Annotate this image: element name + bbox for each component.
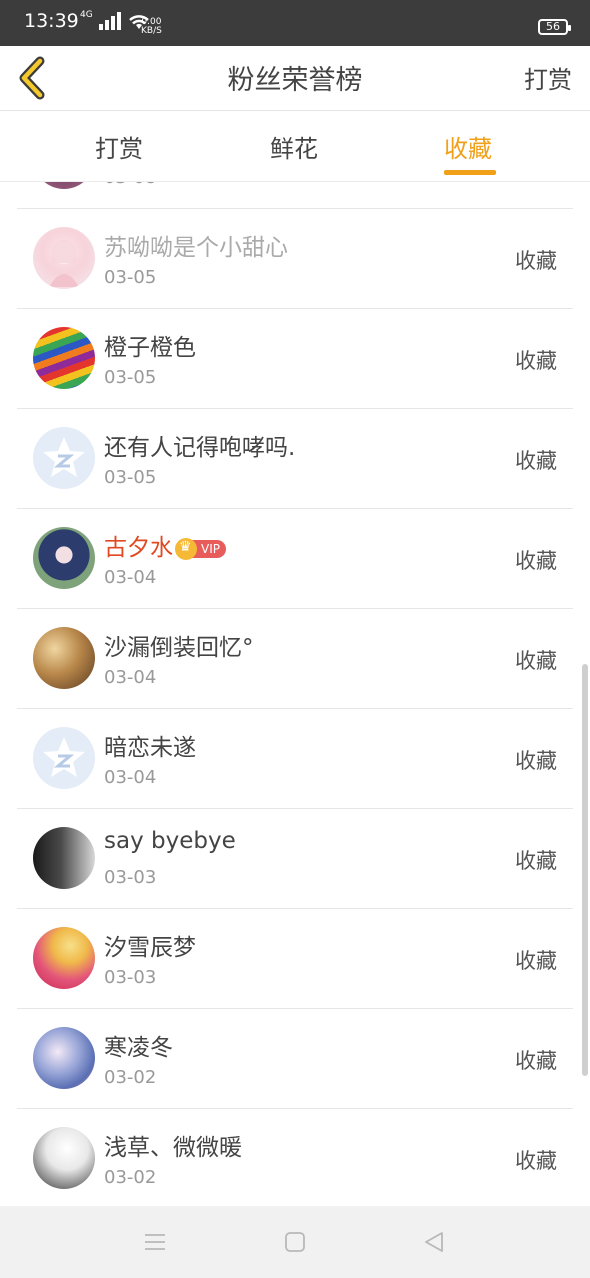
home-icon[interactable] (283, 1230, 307, 1254)
list-item[interactable]: 03-08 (17, 182, 573, 209)
item-name: 寒凌冬 (104, 1035, 173, 1061)
item-date: 03-03 (104, 967, 157, 988)
item-action: 收藏 (515, 849, 557, 873)
item-date: 03-04 (104, 667, 157, 688)
item-action: 收藏 (515, 749, 557, 773)
signal-icon (98, 12, 121, 30)
item-action: 收藏 (515, 549, 557, 573)
list-item[interactable]: 古夕水VIP 03-04 收藏 (17, 508, 573, 609)
item-action: 收藏 (515, 1149, 557, 1173)
avatar (33, 1127, 95, 1189)
avatar (33, 327, 95, 389)
vip-badge: VIP (175, 537, 226, 560)
item-name: 浅草、微微暖 (104, 1135, 242, 1161)
item-action: 收藏 (515, 1049, 557, 1073)
item-date: 03-04 (104, 567, 157, 588)
status-bar: 13:39 4G 0.00 KB/S 56 (0, 0, 590, 46)
avatar (33, 627, 95, 689)
tab-bar: 打赏 鲜花 收藏 (0, 111, 590, 182)
item-name: 橙子橙色 (104, 335, 196, 361)
avatar (33, 927, 95, 989)
list-item[interactable]: 沙漏倒装回忆° 03-04 收藏 (17, 608, 573, 709)
avatar (33, 227, 95, 289)
network-speed: 0.00 KB/S (141, 17, 162, 36)
scrollbar[interactable] (582, 664, 588, 1076)
item-name: 还有人记得咆哮吗. (104, 435, 296, 461)
avatar (33, 827, 95, 889)
status-time: 13:39 (24, 10, 79, 32)
list-item[interactable]: 暗恋未遂 03-04 收藏 (17, 708, 573, 809)
item-date: 03-02 (104, 1067, 157, 1088)
active-tab-indicator (444, 170, 496, 175)
item-action: 收藏 (515, 449, 557, 473)
item-action: 收藏 (515, 349, 557, 373)
item-name: 汐雪辰梦 (104, 935, 196, 961)
network-type: 4G (80, 10, 93, 20)
item-action: 收藏 (515, 649, 557, 673)
item-date: 03-03 (104, 867, 157, 888)
tab-reward[interactable]: 打赏 (95, 129, 143, 164)
reward-button[interactable]: 打赏 (524, 60, 572, 95)
item-date: 03-04 (104, 767, 157, 788)
list-item[interactable]: say byebye 03-03 收藏 (17, 808, 573, 909)
system-nav-bar (0, 1206, 590, 1278)
item-date: 03-05 (104, 467, 157, 488)
list-item[interactable]: 浅草、微微暖 03-02 收藏 (17, 1108, 573, 1206)
item-name: 古夕水VIP (104, 528, 226, 562)
crown-icon (175, 537, 197, 560)
item-action: 收藏 (515, 249, 557, 273)
item-date: 03-05 (104, 367, 157, 388)
back-icon[interactable] (422, 1230, 446, 1254)
item-name: 沙漏倒装回忆° (104, 635, 254, 661)
menu-icon[interactable] (143, 1230, 167, 1254)
default-avatar (33, 427, 95, 489)
header: 粉丝荣誉榜 打赏 (0, 46, 590, 111)
item-name: 苏呦呦是个小甜心 (104, 235, 288, 261)
avatar (33, 527, 95, 589)
fan-list[interactable]: 03-08 苏呦呦是个小甜心 03-05 收藏 橙子橙色 03-05 收藏 还有… (0, 182, 590, 1206)
item-date: 03-05 (104, 267, 157, 288)
item-action: 收藏 (515, 949, 557, 973)
avatar (33, 182, 95, 189)
item-date: 03-08 (104, 182, 156, 188)
list-item[interactable]: 苏呦呦是个小甜心 03-05 收藏 (17, 208, 573, 309)
item-date: 03-02 (104, 1167, 157, 1188)
page-title: 粉丝荣誉榜 (227, 65, 363, 96)
list-item[interactable]: 还有人记得咆哮吗. 03-05 收藏 (17, 408, 573, 509)
list-item[interactable]: 汐雪辰梦 03-03 收藏 (17, 908, 573, 1009)
list-item[interactable]: 橙子橙色 03-05 收藏 (17, 308, 573, 409)
avatar (33, 1027, 95, 1089)
item-name: 暗恋未遂 (104, 735, 196, 761)
tab-favorites[interactable]: 收藏 (444, 129, 492, 164)
default-avatar (33, 727, 95, 789)
list-item[interactable]: 寒凌冬 03-02 收藏 (17, 1008, 573, 1109)
item-name: say byebye (104, 828, 236, 854)
battery-icon: 56 (538, 19, 571, 35)
tab-flowers[interactable]: 鲜花 (270, 129, 318, 164)
